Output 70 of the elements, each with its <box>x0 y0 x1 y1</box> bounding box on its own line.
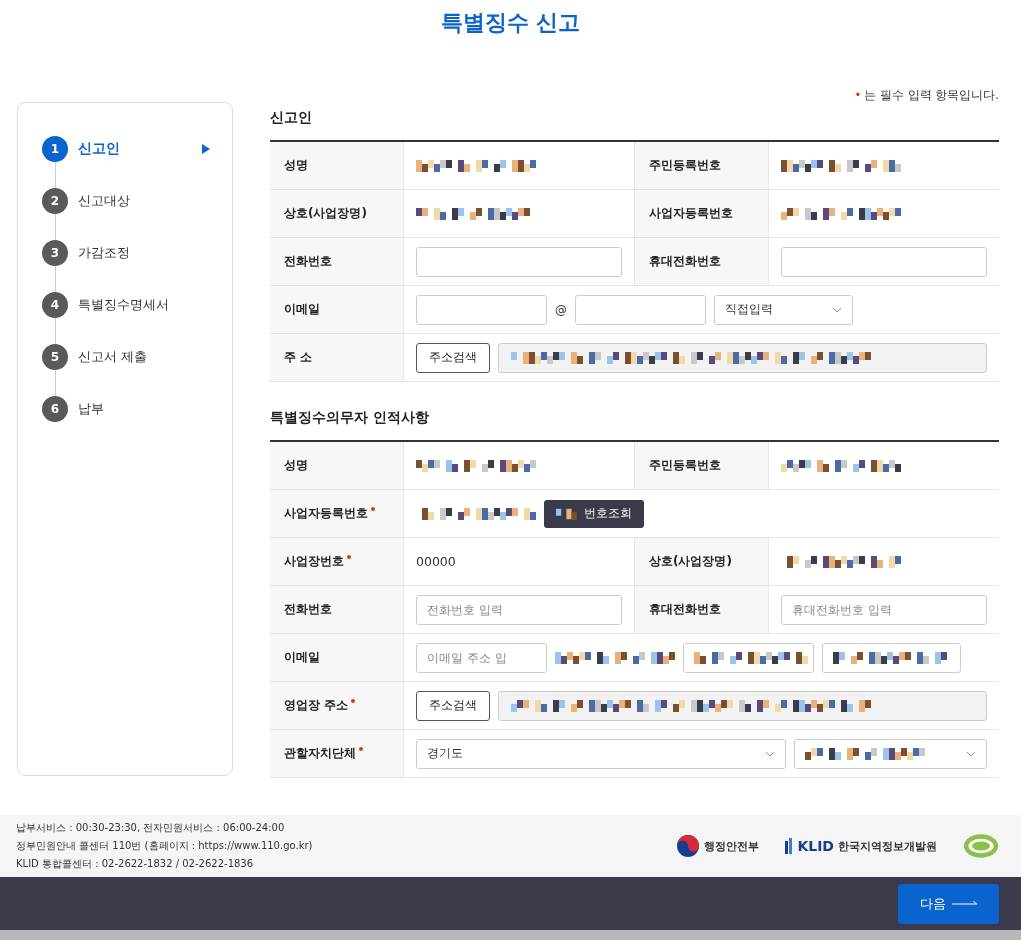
select-field[interactable] <box>794 738 987 769</box>
field-label: 전화번호 <box>284 601 332 618</box>
at-sign: @ <box>555 302 567 317</box>
step-item[interactable]: 특별징수명세서 <box>78 296 169 314</box>
step-number: 4 <box>42 292 68 318</box>
field-label: 이메일 <box>284 301 320 318</box>
arrow-right-icon <box>951 899 978 908</box>
input-field[interactable] <box>683 642 814 673</box>
chevron-down-icon <box>765 750 775 757</box>
select-field[interactable] <box>822 642 961 673</box>
lookup-button[interactable]: 번호조회 <box>544 499 644 528</box>
input-field[interactable]: 이메일 주소 입 <box>416 642 547 673</box>
field-label: 상호(사업장명) <box>649 553 732 570</box>
field-label: 주민등록번호 <box>649 457 721 474</box>
field-label: 주민등록번호 <box>649 157 721 174</box>
field-label: 사업자등록번호 <box>284 505 368 522</box>
bar-icon <box>785 838 794 855</box>
step-number: 3 <box>42 240 68 266</box>
field-label: 휴대전화번호 <box>649 253 721 270</box>
step-item[interactable]: 신고대상 <box>78 192 130 210</box>
input-field[interactable]: 휴대전화번호 입력 <box>781 594 987 625</box>
field-label: 사업자등록번호 <box>649 205 733 222</box>
next-button[interactable]: 다음 <box>898 883 999 924</box>
triangle-icon <box>202 144 210 154</box>
section-title: 신고인 <box>270 108 313 126</box>
input-field[interactable]: 전화번호 입력 <box>416 594 622 625</box>
field-label: 성명 <box>284 157 308 174</box>
step-number: 2 <box>42 188 68 214</box>
logo-text: KLID <box>797 838 834 855</box>
field-label: 이메일 <box>284 649 320 666</box>
input-field[interactable] <box>781 246 987 277</box>
certification-mark-icon <box>963 833 999 860</box>
step-number: 6 <box>42 396 68 422</box>
required-note: 는 필수 입력 항목입니다. <box>864 88 999 102</box>
taegeuk-icon <box>676 834 701 859</box>
required-mark: • <box>854 88 862 102</box>
field-label: 주 소 <box>284 349 313 366</box>
step-number: 1 <box>42 136 68 162</box>
step-item[interactable]: 신고서 제출 <box>78 348 147 366</box>
field-label: 관할자치단체 <box>284 745 356 762</box>
field-label: 휴대전화번호 <box>649 601 721 618</box>
logo-text: 한국지역정보개발원 <box>838 838 937 854</box>
select-value: 경기도 <box>427 745 463 762</box>
input-field[interactable] <box>575 294 706 325</box>
step-number: 5 <box>42 344 68 370</box>
chevron-down-icon <box>966 750 976 757</box>
step-item[interactable]: 신고인 <box>78 140 120 158</box>
field-label: 전화번호 <box>284 253 332 270</box>
step-item[interactable]: 가감조정 <box>78 244 130 262</box>
button-label: 번호조회 <box>584 505 632 522</box>
select-field[interactable]: 직접입력 <box>714 294 853 325</box>
page-title: 특별징수 신고 <box>439 9 582 37</box>
field-label: 상호(사업장명) <box>284 205 367 222</box>
footer-text: KLID 통합콜센터 : 02-2622-1832 / 02-2622-1836 <box>16 857 255 872</box>
field-label: 영업장 주소 <box>284 697 349 714</box>
select-field[interactable]: 경기도 <box>416 738 786 769</box>
field-value: 00000 <box>416 554 456 569</box>
address-search-button[interactable]: 주소검색 <box>416 342 490 373</box>
field-label: 성명 <box>284 457 308 474</box>
input-field[interactable] <box>416 294 547 325</box>
address-search-button[interactable]: 주소검색 <box>416 690 490 721</box>
step-item[interactable]: 납부 <box>78 400 104 418</box>
footer-text: 납부서비스 : 00:30-23:30, 전자민원서비스 : 06:00-24:00 <box>16 821 286 836</box>
select-value: 직접입력 <box>725 301 773 318</box>
chevron-down-icon <box>832 306 842 313</box>
field-label: 사업장번호 <box>284 553 344 570</box>
footer-text: 정부민원안내 콜센터 110번 (홈페이지 : https://www.110.go.kr) <box>16 839 313 854</box>
section-title: 특별징수의무자 인적사항 <box>270 408 430 426</box>
logo-text: 행정안전부 <box>704 838 760 854</box>
input-field[interactable] <box>416 246 622 277</box>
